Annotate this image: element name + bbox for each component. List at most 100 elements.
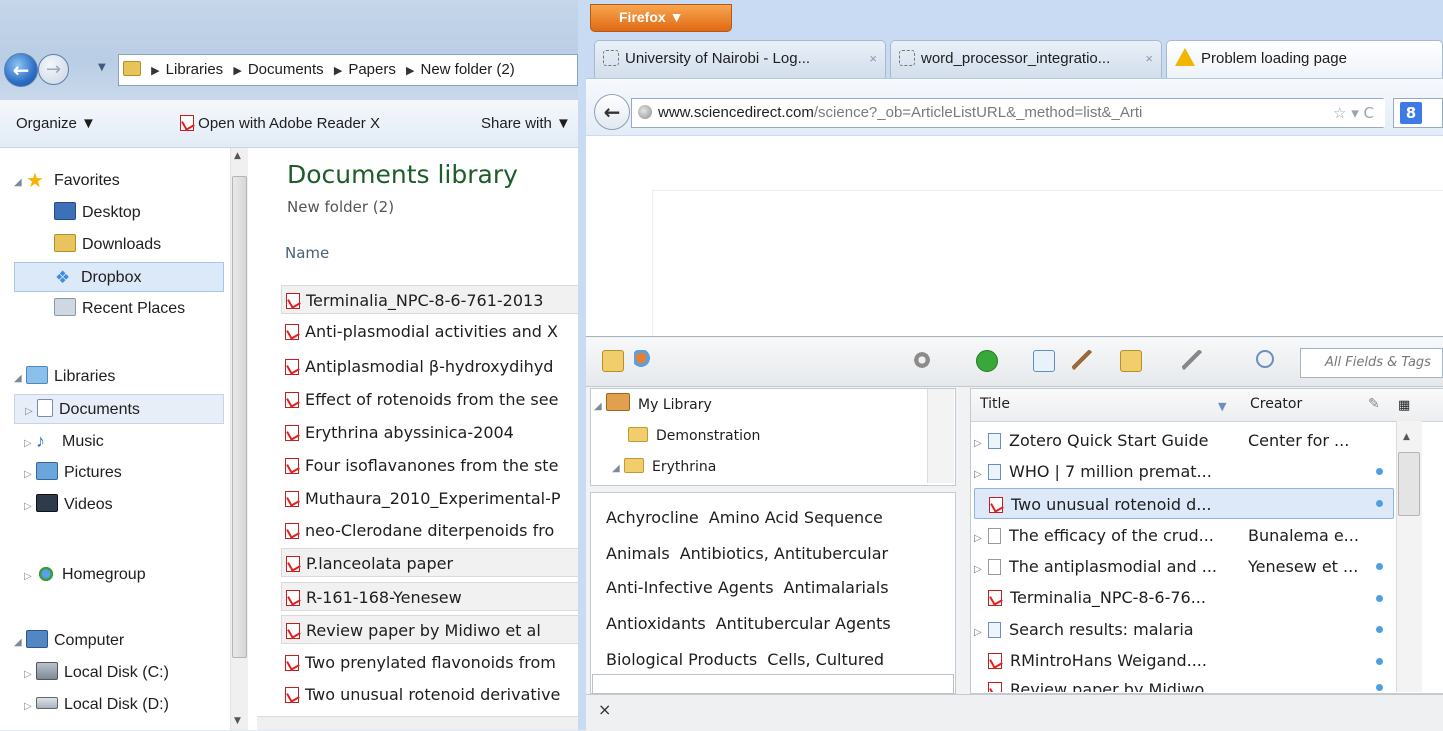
file-row[interactable]: Effect of rotenoids from the see	[281, 385, 578, 414]
breadcrumb-documents[interactable]: Documents	[248, 61, 324, 78]
file-row[interactable]: Antiplasmodial β-hydroxydihyd	[281, 352, 578, 381]
tag[interactable]: Antibiotics, Antitubercular	[680, 544, 888, 563]
tab-problem-loading-page[interactable]: Problem loading page	[1166, 40, 1443, 78]
nav-libraries[interactable]: ◢ Libraries	[14, 362, 115, 392]
open-with-adobe-button[interactable]: Open with Adobe Reader X	[180, 115, 380, 132]
zotero-search-input[interactable]: All Fields & Tags	[1300, 348, 1443, 378]
column-header-name[interactable]: Name	[285, 244, 329, 262]
tab-university-of-nairobi[interactable]: University of Nairobi - Log... ×	[594, 40, 886, 78]
actions-gear-icon[interactable]	[912, 350, 932, 370]
nav-recent-places[interactable]: Recent Places	[54, 294, 185, 324]
item-row[interactable]: Terminalia_NPC-8-6-76...	[974, 582, 1394, 613]
tag[interactable]: Animals	[606, 544, 670, 563]
scroll-up-icon[interactable]: ▲	[1403, 432, 1410, 442]
file-row[interactable]: Muthaura_2010_Experimental-P	[281, 484, 578, 513]
scroll-down-icon[interactable]: ▼	[234, 716, 241, 726]
collapse-triangle-icon[interactable]: ▷	[974, 459, 988, 487]
tag[interactable]: Anti-Infective Agents	[606, 578, 774, 597]
column-picker-icon[interactable]: ▦	[1398, 398, 1410, 413]
item-row[interactable]: RMintroHans Weigand....	[974, 645, 1394, 676]
file-row[interactable]: Terminalia_NPC-8-6-761-2013	[281, 285, 578, 314]
file-row[interactable]: Two unusual rotenoid derivative	[281, 680, 578, 709]
nav-scrollbar-thumb[interactable]	[232, 176, 247, 658]
file-row[interactable]: P.lanceolata paper	[281, 548, 578, 577]
expand-triangle-icon[interactable]: ◢	[612, 455, 624, 483]
collapse-triangle-icon[interactable]: ▷	[24, 660, 36, 690]
item-row[interactable]: ▷ Zotero Quick Start Guide Center for ...	[974, 425, 1394, 456]
item-row-selected[interactable]: Two unusual rotenoid d...	[974, 488, 1394, 519]
item-row[interactable]: ▷ The efficacy of the crud... Bunalema e..…	[974, 520, 1394, 551]
collection-demonstration[interactable]: Demonstration	[628, 422, 760, 450]
file-row[interactable]: neo-Clerodane diterpenoids fro	[281, 516, 578, 545]
nav-local-disk-c[interactable]: ▷ Local Disk (C:)	[24, 658, 169, 688]
add-attachment-icon[interactable]	[1120, 350, 1142, 372]
file-horizontal-scrollbar[interactable]	[257, 716, 578, 730]
column-header-creator[interactable]: Creator	[1250, 396, 1302, 412]
collections-scrollbar[interactable]	[927, 389, 954, 483]
search-icon[interactable]	[1256, 350, 1274, 368]
breadcrumb-current-folder[interactable]: New folder (2)	[421, 61, 515, 78]
collapse-triangle-icon[interactable]: ▷	[24, 562, 36, 592]
zotero-close-button[interactable]: ×	[598, 700, 611, 719]
item-row[interactable]: ▷ Search results: malaria	[974, 614, 1394, 645]
collapse-triangle-icon[interactable]: ▷	[24, 692, 36, 722]
firefox-back-button[interactable]: ←	[594, 94, 630, 130]
nav-dropbox[interactable]: ❖ Dropbox	[14, 262, 224, 292]
collapse-triangle-icon[interactable]: ▷	[24, 460, 36, 490]
tab-word-processor-integration[interactable]: word_processor_integratio... ×	[890, 40, 1162, 78]
new-collection-icon[interactable]	[602, 350, 624, 372]
attachment-column-icon[interactable]: ✎	[1368, 396, 1380, 412]
back-button[interactable]: ←	[4, 53, 38, 87]
nav-downloads[interactable]: Downloads	[54, 230, 161, 260]
google-search-icon[interactable]: 8	[1400, 102, 1422, 124]
column-header-title[interactable]: Title	[980, 396, 1010, 412]
tag-filter-input[interactable]	[592, 674, 954, 694]
expand-triangle-icon[interactable]: ◢	[14, 364, 26, 394]
item-row[interactable]: ▷ WHO | 7 million premat...	[974, 456, 1394, 487]
tab-close-icon[interactable]: ×	[1145, 41, 1153, 77]
address-bar[interactable]: ▶ Libraries ▶ Documents ▶ Papers ▶ New folde…	[118, 54, 578, 86]
nav-local-disk-d[interactable]: ▷ Local Disk (D:)	[24, 690, 169, 720]
firefox-menu-button[interactable]: Firefox ▼	[590, 4, 732, 32]
tag[interactable]: Achyrocline	[606, 508, 699, 527]
tab-close-icon[interactable]: ×	[869, 41, 877, 77]
tag[interactable]: Antimalarials	[784, 578, 889, 597]
new-group-icon[interactable]	[634, 350, 654, 370]
file-row[interactable]: Four isoflavanones from the ste	[281, 451, 578, 480]
forward-button[interactable]: →	[38, 54, 69, 85]
scroll-up-icon[interactable]: ▲	[234, 151, 241, 161]
collapse-triangle-icon[interactable]: ▷	[974, 428, 988, 456]
file-row[interactable]: Anti-plasmodial activities and X	[281, 317, 578, 346]
collapse-triangle-icon[interactable]: ▷	[974, 523, 988, 551]
file-row[interactable]: Two prenylated flavonoids from	[281, 648, 578, 677]
collapse-triangle-icon[interactable]: ▷	[974, 554, 988, 582]
organize-button[interactable]: Organize ▼	[16, 115, 96, 132]
nav-music[interactable]: ▷ ♪ Music	[24, 426, 104, 456]
url-bar-actions[interactable]: ☆ ▾ C	[1333, 99, 1385, 127]
tag[interactable]: Amino Acid Sequence	[709, 508, 883, 527]
expand-triangle-icon[interactable]: ◢	[594, 393, 606, 421]
nav-videos[interactable]: ▷ Videos	[24, 490, 113, 520]
file-row[interactable]: R-161-168-Yenesew	[281, 582, 578, 611]
new-item-icon[interactable]	[976, 350, 998, 372]
collection-erythrina[interactable]: ◢ Erythrina	[612, 453, 716, 481]
item-row[interactable]: ▷ The antiplasmodial and ... Yenesew et ..…	[974, 551, 1394, 582]
recent-locations-icon[interactable]: ▼	[98, 62, 106, 73]
file-row[interactable]: Review paper by Midiwo et al	[281, 615, 578, 644]
collapse-triangle-icon[interactable]: ▷	[24, 492, 36, 522]
nav-homegroup[interactable]: ▷ Homegroup	[24, 560, 146, 590]
expand-triangle-icon[interactable]: ◢	[14, 168, 26, 198]
tag[interactable]: Antioxidants	[606, 614, 706, 633]
nav-documents[interactable]: ▷ Documents	[14, 394, 224, 424]
items-scrollbar-thumb[interactable]	[1398, 452, 1420, 516]
breadcrumb-papers[interactable]: Papers	[348, 61, 396, 78]
paperclip-icon[interactable]	[1182, 350, 1202, 370]
tag[interactable]: Cells, Cultured	[767, 650, 884, 669]
nav-desktop[interactable]: Desktop	[54, 198, 141, 228]
breadcrumb-libraries[interactable]: Libraries	[166, 61, 224, 78]
nav-computer[interactable]: ◢ Computer	[14, 626, 124, 656]
share-with-button[interactable]: Share with ▼	[481, 115, 571, 132]
collapse-triangle-icon[interactable]: ▷	[974, 617, 988, 645]
expand-triangle-icon[interactable]: ◢	[14, 628, 26, 658]
file-row[interactable]: Erythrina abyssinica-2004	[281, 418, 578, 447]
